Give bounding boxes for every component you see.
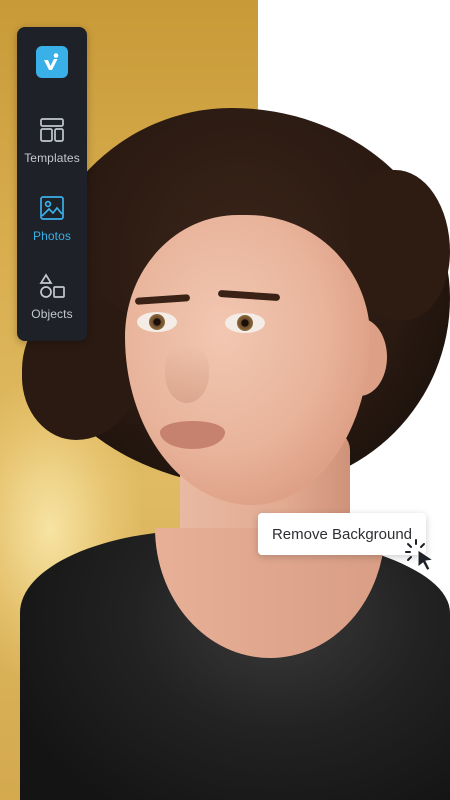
toolbar-item-photos[interactable]: Photos bbox=[17, 195, 87, 265]
toolbar-item-label: Templates bbox=[24, 151, 80, 165]
portrait-eye bbox=[225, 313, 265, 333]
remove-background-button[interactable]: Remove Background bbox=[258, 513, 426, 555]
toolbar-item-label: Photos bbox=[33, 229, 71, 243]
portrait-eye bbox=[137, 312, 177, 332]
objects-icon bbox=[39, 273, 65, 298]
portrait-nose bbox=[165, 345, 209, 403]
side-toolbar: Templates Photos Objects bbox=[17, 27, 87, 341]
photos-icon bbox=[40, 196, 64, 220]
toolbar-item-templates[interactable]: Templates bbox=[17, 117, 87, 187]
templates-icon bbox=[40, 118, 64, 142]
brand-logo-icon[interactable] bbox=[36, 46, 68, 78]
toolbar-item-objects[interactable]: Objects bbox=[17, 273, 87, 343]
toolbar-item-label: Objects bbox=[31, 307, 73, 321]
click-cursor-icon bbox=[405, 539, 435, 572]
